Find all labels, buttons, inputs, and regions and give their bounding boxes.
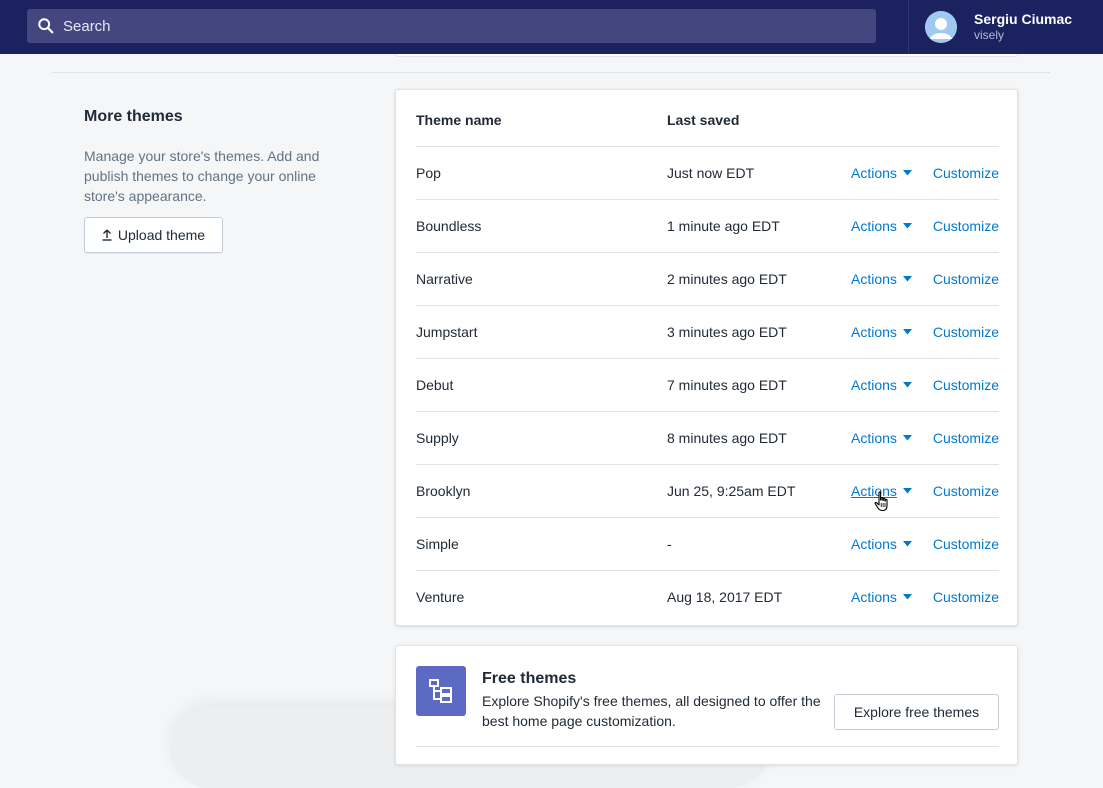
theme-name: Narrative <box>416 271 473 287</box>
customize-link[interactable]: Customize <box>933 165 999 181</box>
caret-down-icon <box>902 276 912 282</box>
actions-dropdown[interactable]: Actions <box>851 324 912 340</box>
actions-dropdown[interactable]: Actions <box>851 430 912 446</box>
last-saved: 7 minutes ago EDT <box>667 377 787 393</box>
caret-down-icon <box>902 435 912 441</box>
avatar-icon <box>925 11 957 43</box>
caret-down-icon <box>902 488 912 494</box>
last-saved: - <box>667 536 672 552</box>
free-themes-icon-box <box>416 666 466 716</box>
table-row: Simple - Actions Customize <box>416 518 999 571</box>
explore-free-themes-button[interactable]: Explore free themes <box>834 694 999 730</box>
customize-link[interactable]: Customize <box>933 377 999 393</box>
upload-theme-button[interactable]: Upload theme <box>84 217 223 253</box>
caret-down-icon <box>902 170 912 176</box>
caret-down-icon <box>902 382 912 388</box>
theme-name: Boundless <box>416 218 482 234</box>
upload-icon <box>102 229 112 241</box>
user-name: Sergiu Ciumac <box>974 11 1073 27</box>
caret-down-icon <box>902 594 912 600</box>
customize-link[interactable]: Customize <box>933 218 999 234</box>
free-themes-title: Free themes <box>482 670 577 687</box>
user-info: Sergiu Ciumac visely <box>974 11 1072 43</box>
avatar[interactable] <box>925 11 957 43</box>
store-name: visely <box>974 28 1005 42</box>
table-header: Theme name Last saved <box>416 90 999 147</box>
user-menu[interactable]: Sergiu Ciumac visely <box>908 0 1103 54</box>
table-row: Debut 7 minutes ago EDT Actions Customiz… <box>416 359 999 412</box>
search-icon <box>38 18 54 34</box>
theme-name: Pop <box>416 165 441 181</box>
theme-name: Jumpstart <box>416 324 478 340</box>
theme-name: Brooklyn <box>416 483 471 499</box>
theme-name: Supply <box>416 430 459 446</box>
actions-label: Actions <box>851 430 897 446</box>
actions-label: Actions <box>851 324 897 340</box>
customize-link[interactable]: Customize <box>933 536 999 552</box>
actions-label: Actions <box>851 536 897 552</box>
last-saved: 2 minutes ago EDT <box>667 271 787 287</box>
section-description: Manage your store's themes. Add and publ… <box>84 148 320 204</box>
search-input[interactable] <box>63 17 823 35</box>
table-row: Boundless 1 minute ago EDT Actions Custo… <box>416 200 999 253</box>
last-saved: Just now EDT <box>667 165 755 181</box>
actions-dropdown[interactable]: Actions <box>851 271 912 287</box>
actions-dropdown[interactable]: Actions <box>851 165 912 181</box>
last-saved: 3 minutes ago EDT <box>667 324 787 340</box>
actions-label: Actions <box>851 589 897 605</box>
customize-link[interactable]: Customize <box>933 271 999 287</box>
customize-link[interactable]: Customize <box>933 483 999 499</box>
actions-label: Actions <box>851 271 897 287</box>
themes-table-card: Theme name Last saved Pop Just now EDT A… <box>395 89 1018 626</box>
table-row: Jumpstart 3 minutes ago EDT Actions Cust… <box>416 306 999 359</box>
last-saved: 1 minute ago EDT <box>667 218 780 234</box>
previous-card-edge <box>395 54 1018 57</box>
top-bar: Sergiu Ciumac visely <box>0 0 1103 54</box>
upload-theme-label: Upload theme <box>117 227 206 243</box>
header-theme-name: Theme name <box>416 112 502 128</box>
free-themes-card: Free themes Explore Shopify's free theme… <box>395 645 1018 765</box>
free-themes-description: Explore Shopify's free themes, all desig… <box>482 693 821 729</box>
table-row: Venture Aug 18, 2017 EDT Actions Customi… <box>416 571 999 624</box>
actions-dropdown[interactable]: Actions <box>851 218 912 234</box>
customize-link[interactable]: Customize <box>933 324 999 340</box>
table-row: Brooklyn Jun 25, 9:25am EDT Actions Cust… <box>416 465 999 518</box>
last-saved: Jun 25, 9:25am EDT <box>667 483 796 499</box>
last-saved: Aug 18, 2017 EDT <box>667 589 783 605</box>
actions-dropdown[interactable]: Actions <box>851 589 912 605</box>
table-row: Supply 8 minutes ago EDT Actions Customi… <box>416 412 999 465</box>
section-title: More themes <box>84 108 183 125</box>
theme-name: Debut <box>416 377 454 393</box>
last-saved: 8 minutes ago EDT <box>667 430 787 446</box>
search-bar[interactable] <box>27 9 876 43</box>
actions-label: Actions <box>851 165 897 181</box>
theme-name: Venture <box>416 589 465 605</box>
free-themes-divider <box>416 746 999 747</box>
caret-down-icon <box>902 541 912 547</box>
table-row: Pop Just now EDT Actions Customize <box>416 147 999 200</box>
theme-name: Simple <box>416 536 459 552</box>
theme-store-icon <box>429 679 452 703</box>
actions-label: Actions <box>851 218 897 234</box>
caret-down-icon <box>902 329 912 335</box>
section-divider <box>52 72 1050 73</box>
table-row: Narrative 2 minutes ago EDT Actions Cust… <box>416 253 999 306</box>
customize-link[interactable]: Customize <box>933 589 999 605</box>
actions-dropdown[interactable]: Actions <box>851 377 912 393</box>
customize-link[interactable]: Customize <box>933 430 999 446</box>
actions-dropdown[interactable]: Actions <box>851 536 912 552</box>
actions-label: Actions <box>851 377 897 393</box>
caret-down-icon <box>902 223 912 229</box>
header-last-saved: Last saved <box>667 112 740 128</box>
hand-pointer-icon <box>874 491 888 512</box>
